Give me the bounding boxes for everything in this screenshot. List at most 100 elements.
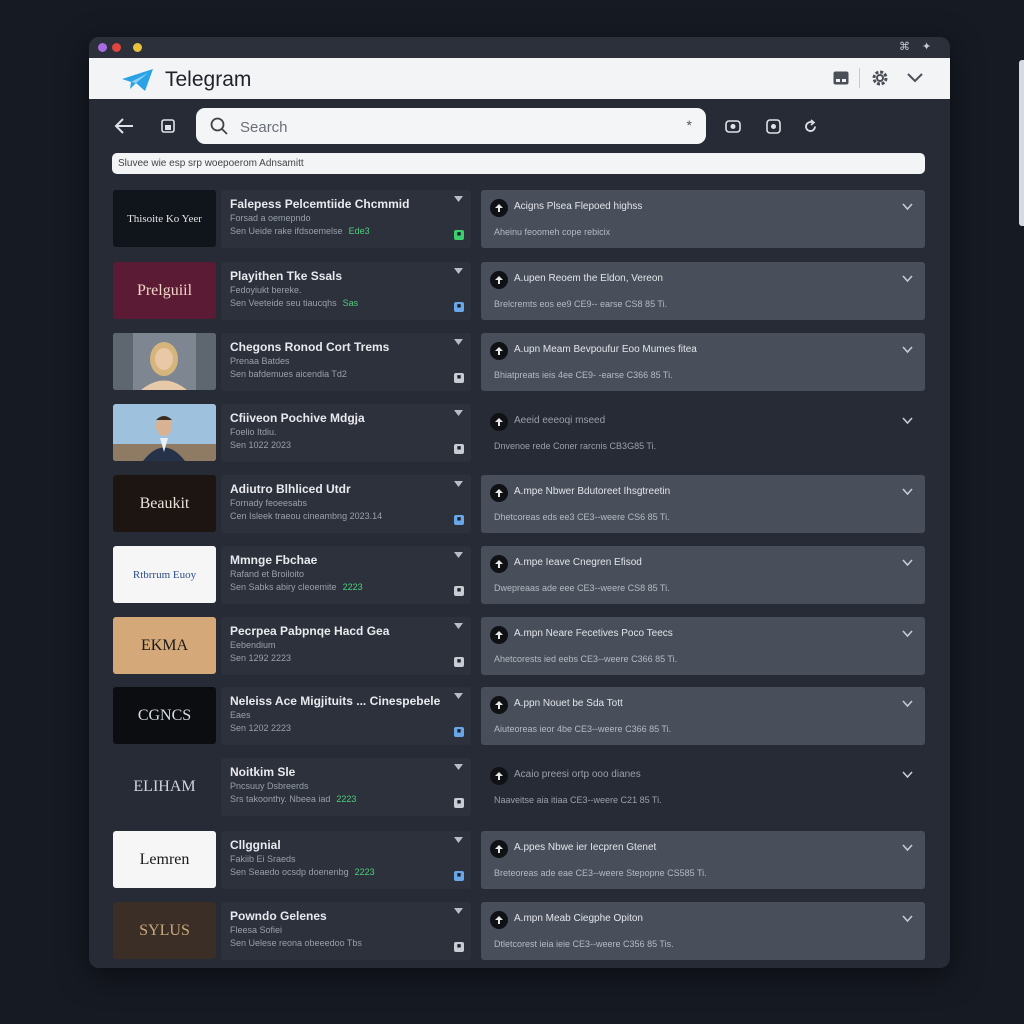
chat-window-icon[interactable] [830, 67, 852, 89]
message-preview-card[interactable]: Acigns Plsea Flepoed highss Aheinu feoome… [481, 190, 925, 248]
chevron-down-icon[interactable] [902, 417, 913, 424]
chevron-down-icon[interactable] [454, 764, 463, 770]
channel-meta: Srs takoonthy. Nbeea iad 2223 [230, 794, 356, 804]
channel-thumbnail[interactable]: ELIHAM [113, 758, 216, 815]
search-clear-button[interactable]: * [687, 117, 692, 133]
chevron-down-icon[interactable] [454, 908, 463, 914]
chevron-down-icon[interactable] [454, 410, 463, 416]
chat-row[interactable]: Rtbrrum Euoy Mmnge Fbchae Rafand et Broilo… [112, 546, 925, 604]
channel-thumbnail[interactable] [113, 404, 216, 461]
channel-thumbnail[interactable]: SYLUS [113, 902, 216, 959]
message-meta: Aheinu feoomeh cope rebicix [494, 227, 611, 237]
chat-row[interactable]: Beaukit Adiutro Blhliced Utdr Fornady feoe… [112, 475, 925, 533]
close-window-button[interactable] [112, 43, 121, 52]
chevron-down-icon[interactable] [454, 623, 463, 629]
avatar-icon [490, 555, 508, 573]
chat-row[interactable]: SYLUS Powndo Gelenes Fleesa Sofiei Sen Uele… [112, 902, 925, 960]
search-bar[interactable]: * [196, 108, 706, 146]
chevron-down-icon[interactable] [902, 630, 913, 637]
chevron-down-icon[interactable] [454, 268, 463, 274]
chevron-down-icon[interactable] [454, 196, 463, 202]
record-icon[interactable] [763, 116, 783, 136]
message-preview-card[interactable]: Aeeid eeeoqi mseed Dnvenoe rede Coner rar… [481, 404, 925, 462]
channel-card[interactable]: Cfiiveon Pochive Mdgja Foelio Itdiu. Sen 1… [221, 404, 471, 462]
chevron-down-icon[interactable] [902, 700, 913, 707]
scrollbar[interactable] [1019, 60, 1024, 226]
channel-meta-text: Sen bafdemues aicendia Td2 [230, 369, 347, 379]
refresh-icon[interactable] [800, 116, 820, 136]
message-preview-card[interactable]: A.upn Meam Bevpoufur Eoo Mumes fitea Bhia… [481, 333, 925, 391]
chevron-down-icon[interactable] [454, 481, 463, 487]
telegram-window: ⌘ ✦ Telegram * [89, 37, 950, 968]
chevron-down-icon[interactable] [902, 559, 913, 566]
chat-row[interactable]: Cfiiveon Pochive Mdgja Foelio Itdiu. Sen 1… [112, 404, 925, 462]
channel-meta: Sen Sabks abiry cleoemite 2223 [230, 582, 363, 592]
bookmark-icon[interactable] [158, 116, 178, 136]
channel-title: Pecrpea Pabpnqe Hacd Gea [230, 624, 390, 638]
chevron-down-icon[interactable] [902, 275, 913, 282]
channel-card[interactable]: Falepess Pelcemtiide Chcmmid Forsad a oem… [221, 190, 471, 248]
channel-card[interactable]: Mmnge Fbchae Rafand et Broiloito Sen Sabks… [221, 546, 471, 604]
chevron-down-icon[interactable] [454, 339, 463, 345]
channel-thumbnail[interactable] [113, 333, 216, 390]
message-meta: Dnvenoe rede Coner rarcnis CB3G85 Ti. [494, 441, 657, 451]
chat-row[interactable]: Chegons Ronod Cort Trems Prenaa Batdes Sen… [112, 333, 925, 391]
channel-thumbnail[interactable]: Rtbrrum Euoy [113, 546, 216, 603]
chat-row[interactable]: Prelguiil Playithen Tke Ssals Fedoyiukt be… [112, 262, 925, 320]
settings-gear-icon[interactable] [869, 67, 891, 89]
channel-thumbnail[interactable]: EKMA [113, 617, 216, 674]
chat-row[interactable]: Thisoite Ko Yeer Falepess Pelcemtiide Chc… [112, 190, 925, 248]
message-preview-card[interactable]: A.mpn Meab Ciegphe Opiton Dtletcorest iei… [481, 902, 925, 960]
message-preview-card[interactable]: A.mpn Neare Fecetives Poco Teecs Ahetcore… [481, 617, 925, 675]
chat-row[interactable]: CGNCS Neleiss Ace Migjituits ... Cinespeb… [112, 687, 925, 745]
telegram-logo-icon [122, 69, 153, 91]
chevron-down-icon[interactable] [454, 552, 463, 558]
chat-row[interactable]: EKMA Pecrpea Pabpnqe Hacd Gea Eebendium Sen… [112, 617, 925, 675]
channel-subtitle: Pncsuuy Dsbreerds [230, 781, 309, 791]
chat-row[interactable]: Lemren Cllggnial Fakiib Ei Sraeds Sen Seaed… [112, 831, 925, 889]
channel-card[interactable]: Chegons Ronod Cort Trems Prenaa Batdes Sen… [221, 333, 471, 391]
channel-thumbnail[interactable]: CGNCS [113, 687, 216, 744]
channel-title: Neleiss Ace Migjituits ... Cinespebele [230, 694, 441, 708]
chevron-down-icon[interactable] [454, 693, 463, 699]
expand-icon[interactable]: ✦ [922, 40, 931, 53]
message-header: A.ppes Nbwe ier Iecpren Gtenet [514, 842, 657, 853]
chevron-down-icon[interactable] [902, 203, 913, 210]
chevron-down-icon[interactable] [904, 67, 926, 89]
chat-row[interactable]: ELIHAM Noitkim Sle Pncsuuy Dsbreerds Srs ta… [112, 758, 925, 816]
camera-icon[interactable] [723, 116, 743, 136]
chevron-down-icon[interactable] [902, 488, 913, 495]
channel-card[interactable]: Pecrpea Pabpnqe Hacd Gea Eebendium Sen 129… [221, 617, 471, 675]
chevron-down-icon[interactable] [454, 837, 463, 843]
channel-card[interactable]: Playithen Tke Ssals Fedoyiukt bereke. Sen … [221, 262, 471, 320]
chevron-down-icon[interactable] [902, 915, 913, 922]
minimize-window-button[interactable] [133, 43, 142, 52]
chevron-down-icon[interactable] [902, 844, 913, 851]
message-meta: Aiuteoreas ieor 4be CE3--weere C366 85 T… [494, 724, 672, 734]
message-preview-card[interactable]: A.ppes Nbwe ier Iecpren Gtenet Breteoreas… [481, 831, 925, 889]
message-preview-card[interactable]: Acaio preesi ortp ooo dianes Naaveitse ai… [481, 758, 925, 816]
thumbnail-text: Rtbrrum Euoy [132, 568, 197, 581]
pin-icon[interactable]: ⌘ [899, 40, 910, 53]
lock-badge-icon: ■ [454, 586, 464, 596]
message-preview-card[interactable]: A.mpe Nbwer Bdutoreet Ihsgtreetin Dhetcor… [481, 475, 925, 533]
channel-card[interactable]: Powndo Gelenes Fleesa Sofiei Sen Uelese re… [221, 902, 471, 960]
back-arrow-icon[interactable] [113, 115, 135, 137]
channel-thumbnail[interactable]: Prelguiil [113, 262, 216, 319]
channel-title: Chegons Ronod Cort Trems [230, 340, 390, 354]
channel-thumbnail[interactable]: Lemren [113, 831, 216, 888]
channel-card[interactable]: Cllggnial Fakiib Ei Sraeds Sen Seaedo ocsd… [221, 831, 471, 889]
message-preview-card[interactable]: A.mpe Ieave Cnegren Efisod Dwepreaas ade … [481, 546, 925, 604]
chevron-down-icon[interactable] [902, 771, 913, 778]
search-input[interactable] [238, 108, 662, 146]
channel-card[interactable]: Adiutro Blhliced Utdr Fornady feoeesabs Ce… [221, 475, 471, 533]
app-title: Telegram [165, 68, 252, 91]
channel-card[interactable]: Neleiss Ace Migjituits ... Cinespebele Ea… [221, 687, 471, 745]
traffic-light-1[interactable] [98, 43, 107, 52]
channel-thumbnail[interactable]: Beaukit [113, 475, 216, 532]
message-preview-card[interactable]: A.upen Reoem the Eldon, Vereon Brelcremts… [481, 262, 925, 320]
chevron-down-icon[interactable] [902, 346, 913, 353]
message-preview-card[interactable]: A.ppn Nouet be Sda Tott Aiuteoreas ieor 4… [481, 687, 925, 745]
channel-thumbnail[interactable]: Thisoite Ko Yeer [113, 190, 216, 247]
channel-card[interactable]: Noitkim Sle Pncsuuy Dsbreerds Srs takoonth… [221, 758, 471, 816]
